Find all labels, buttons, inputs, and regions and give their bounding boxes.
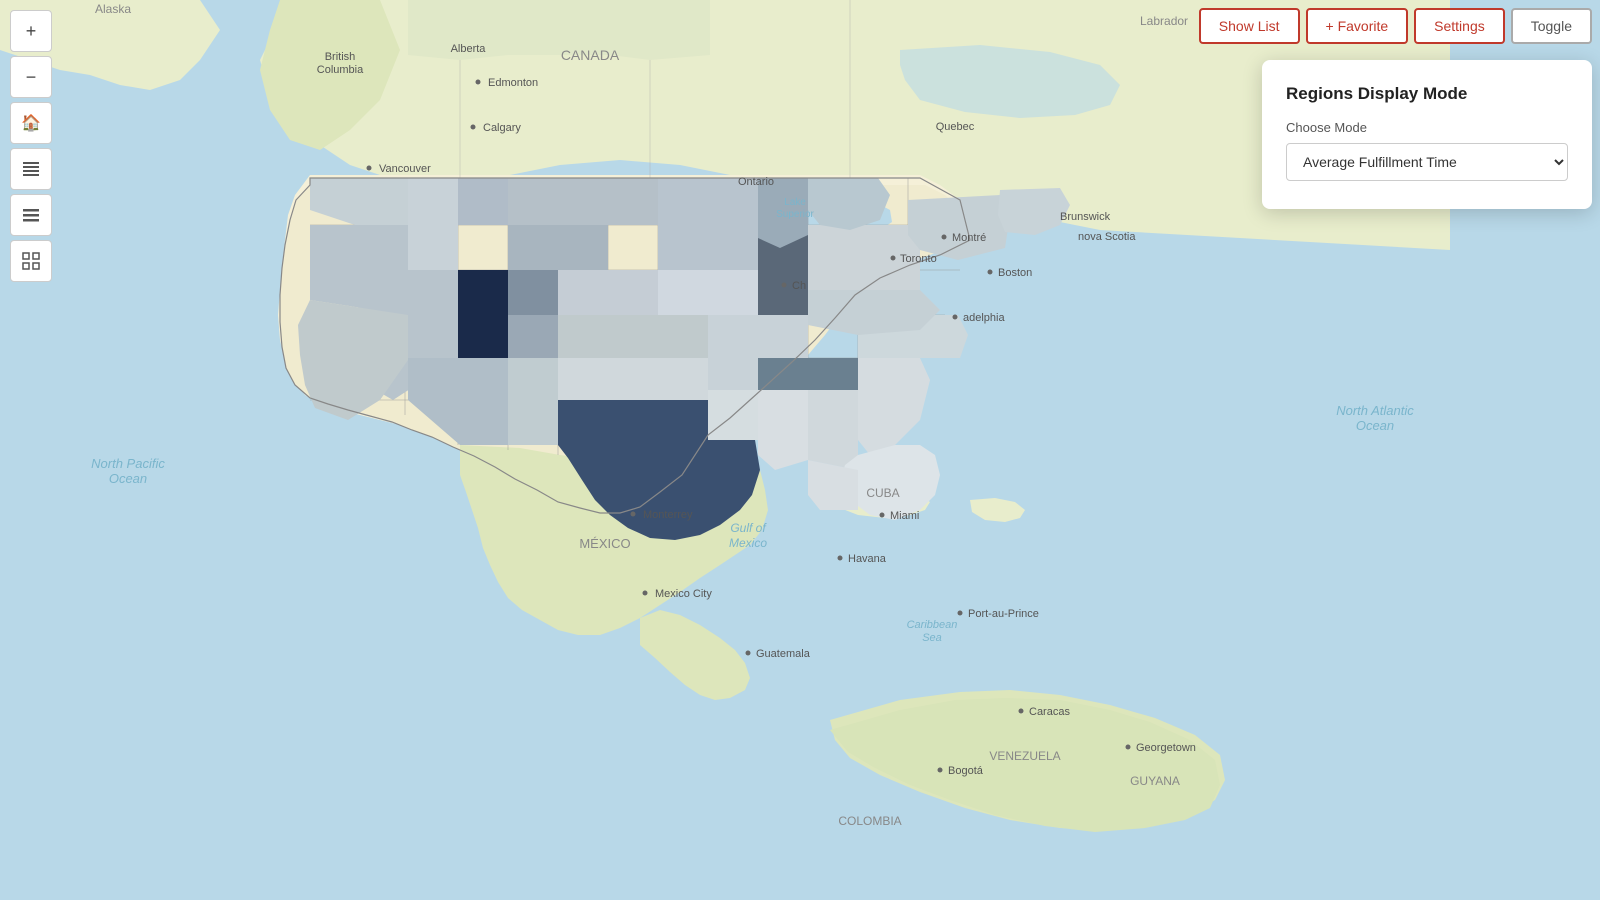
settings-panel-title: Regions Display Mode	[1286, 84, 1568, 104]
toggle-button[interactable]: Toggle	[1511, 8, 1592, 44]
settings-button[interactable]: Settings	[1414, 8, 1505, 44]
list-view-button[interactable]	[10, 148, 52, 190]
favorite-button[interactable]: + Favorite	[1306, 8, 1409, 44]
zoom-in-button[interactable]: +	[10, 10, 52, 52]
home-button[interactable]: 🏠	[10, 102, 52, 144]
top-toolbar: Show List + Favorite Settings Toggle	[1199, 8, 1592, 44]
mode-select[interactable]: Average Fulfillment TimeOrder CountReven…	[1286, 143, 1568, 181]
menu-button[interactable]	[10, 194, 52, 236]
choose-mode-label: Choose Mode	[1286, 120, 1568, 135]
left-toolbar: + − 🏠	[10, 10, 52, 282]
show-list-button[interactable]: Show List	[1199, 8, 1300, 44]
fit-button[interactable]	[10, 240, 52, 282]
settings-panel: Regions Display Mode Choose Mode Average…	[1262, 60, 1592, 209]
zoom-out-button[interactable]: −	[10, 56, 52, 98]
